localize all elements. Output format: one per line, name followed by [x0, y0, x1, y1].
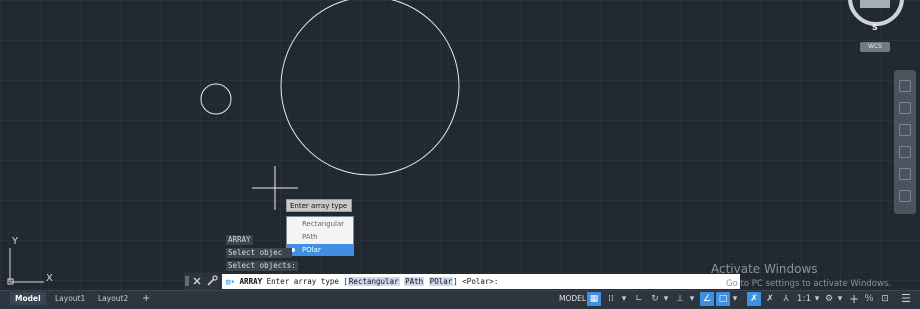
polar-dropdown-icon[interactable]: ▾ — [662, 292, 670, 306]
command-prompt-prefix: Enter array type [ — [266, 277, 348, 286]
workspace-gear-icon[interactable]: ⚙ — [822, 292, 836, 306]
history-line-2: Select objec — [226, 248, 292, 258]
dynamic-input-prompt: Enter array type — [286, 199, 352, 212]
object-snap-dropdown-icon[interactable]: ▾ — [731, 292, 739, 306]
scale-selector[interactable]: 1:1 — [795, 292, 813, 306]
snap-dropdown-icon[interactable]: ▾ — [620, 292, 628, 306]
add-layout-icon[interactable]: + — [137, 292, 155, 305]
isometric-drafting-icon[interactable]: ⟂ — [673, 292, 687, 306]
model-space-button[interactable]: MODEL — [557, 293, 588, 305]
recent-commands-icon[interactable]: ▤▾ — [222, 277, 235, 286]
command-name: ARRAY — [239, 277, 263, 286]
object-snap-icon[interactable]: □ — [716, 292, 730, 306]
steering-wheel-icon[interactable] — [899, 80, 911, 92]
object-snap-tracking-icon[interactable]: ∠ — [700, 292, 714, 306]
option-polar-label: POlar — [302, 246, 321, 254]
dynamic-input-options-menu: Rectangular PAth POlar — [286, 216, 354, 256]
clean-screen-icon[interactable]: ⊡ — [878, 292, 892, 306]
grid-display-icon[interactable]: ▦ — [587, 292, 601, 306]
tab-model[interactable]: Model — [10, 292, 46, 305]
customization-menu-icon[interactable]: ☰ — [898, 292, 914, 306]
command-option-path[interactable]: PAth — [404, 277, 425, 286]
showmotion-icon[interactable] — [899, 168, 911, 180]
wcs-menu[interactable]: WCS — [860, 42, 890, 52]
annotation-scale-icon[interactable]: ⅄ — [779, 292, 793, 306]
command-option-polar[interactable]: POlar — [428, 277, 454, 286]
history-line-3: Select objects: — [226, 261, 298, 271]
viewcube-south-label: S — [872, 23, 878, 32]
command-prompt-suffix: ] <Polar>: — [453, 277, 499, 286]
command-option-rectangular[interactable]: Rectangular — [347, 277, 400, 286]
autocad-window: Y X S WCS Enter array type Rectangular P… — [0, 0, 920, 309]
option-polar[interactable]: POlar — [287, 244, 353, 256]
units-icon[interactable]: ⁰⁄₀ — [862, 292, 876, 306]
tab-layout2[interactable]: Layout2 — [93, 292, 133, 305]
snap-mode-icon[interactable]: ⁞⁞ — [604, 292, 618, 306]
annotation-monitor-icon[interactable]: + — [847, 292, 861, 306]
ucs-y-label: Y — [11, 236, 19, 247]
orbit-icon[interactable] — [899, 146, 911, 158]
activate-windows-title: Activate Windows — [711, 262, 818, 276]
customize-wrench-icon[interactable] — [207, 275, 218, 286]
zoom-icon[interactable] — [899, 124, 911, 136]
option-path[interactable]: PAth — [287, 231, 353, 243]
tab-layout1[interactable]: Layout1 — [50, 292, 90, 305]
workspace-dropdown-icon[interactable]: ▾ — [836, 292, 844, 306]
command-input[interactable]: ▤▾ ARRAY Enter array type [Rectangular P… — [222, 274, 740, 289]
activate-windows-subtitle: Go to PC settings to activate Windows. — [726, 279, 892, 289]
history-line-1: ARRAY — [226, 235, 253, 245]
auto-scale-icon[interactable]: ✗ — [763, 292, 777, 306]
option-rectangular[interactable]: Rectangular — [287, 218, 353, 230]
command-line: ▤▾ ARRAY Enter array type [Rectangular P… — [184, 273, 740, 290]
navigation-bar — [894, 70, 916, 214]
drawing-grid — [0, 0, 920, 290]
navbar-options-icon[interactable] — [899, 190, 911, 202]
annotation-visibility-icon[interactable]: ✗ — [747, 292, 761, 306]
ortho-mode-icon[interactable]: ∟ — [632, 292, 646, 306]
pan-icon[interactable] — [899, 102, 911, 114]
ucs-x-label: X — [46, 273, 53, 284]
close-icon[interactable] — [193, 277, 201, 285]
scale-dropdown-icon[interactable]: ▾ — [813, 292, 821, 306]
polar-tracking-icon[interactable]: ↻ — [648, 292, 662, 306]
isometric-dropdown-icon[interactable]: ▾ — [688, 292, 696, 306]
